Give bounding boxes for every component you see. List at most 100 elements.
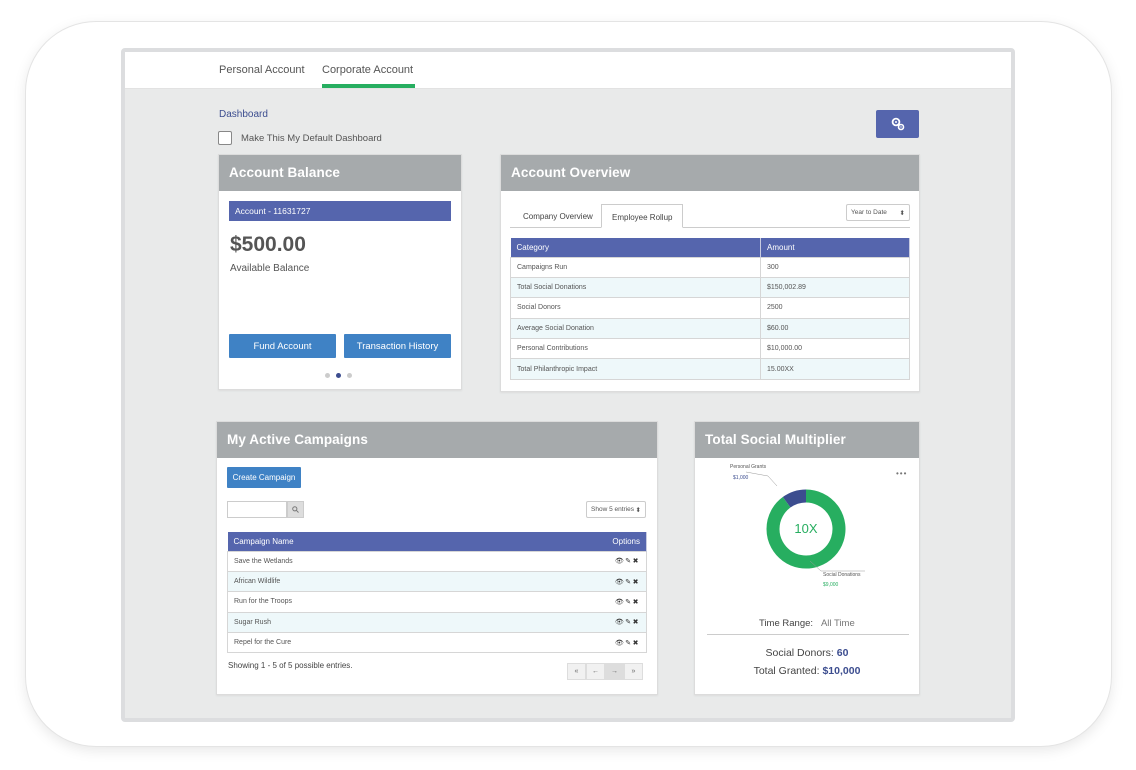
account-balance-card: Account Balance Account - 11631727 $500.… xyxy=(218,154,462,390)
tab-personal-account[interactable]: Personal Account xyxy=(219,64,305,76)
table-row: Campaigns Run 300 xyxy=(510,256,910,278)
personal-leader-line xyxy=(767,475,778,487)
account-tabbar: Personal Account Corporate Account xyxy=(125,52,1011,89)
row-options: 👁✎✖ xyxy=(586,570,647,593)
column-header-amount: Amount xyxy=(760,238,910,257)
pencil-icon[interactable]: ✎ xyxy=(625,640,632,647)
carousel-dot[interactable] xyxy=(347,373,352,378)
transaction-history-button[interactable]: Transaction History xyxy=(344,334,451,358)
table-row[interactable]: African Wildlife 👁✎✖ xyxy=(227,570,647,593)
first-page-button[interactable]: « xyxy=(567,663,586,680)
social-donors-value: 60 xyxy=(836,647,849,659)
dashboard-screen: Personal Account Corporate Account Dashb… xyxy=(121,48,1015,722)
total-granted-value: $10,000 xyxy=(822,665,861,677)
carousel-dot[interactable] xyxy=(325,373,330,378)
social-multiplier-card: Total Social Multiplier ••• Personal Gra… xyxy=(694,421,920,695)
table-row: Total Social Donations $150,002.89 xyxy=(510,276,910,299)
time-range: Time Range: All Time xyxy=(759,618,855,629)
category-cell: Social Donors xyxy=(510,297,761,319)
social-multiplier-title: Total Social Multiplier xyxy=(695,422,919,458)
donut-svg: Personal Grants $1,000 Social Donations … xyxy=(730,464,865,588)
column-header-campaign-name: Campaign Name xyxy=(227,532,587,551)
balance-amount: $500.00 xyxy=(230,233,306,256)
default-dashboard-checkbox[interactable] xyxy=(218,131,232,145)
table-row: Personal Contributions $10,000.00 xyxy=(510,338,910,360)
tab-employee-rollup[interactable]: Employee Rollup xyxy=(601,204,684,228)
amount-cell: 2500 xyxy=(760,297,910,319)
category-cell: Personal Contributions xyxy=(510,338,761,360)
eye-icon[interactable]: 👁 xyxy=(615,640,625,647)
pencil-icon[interactable]: ✎ xyxy=(625,579,632,586)
carousel-dot-active[interactable] xyxy=(336,373,341,378)
eye-icon[interactable]: 👁 xyxy=(615,599,625,606)
amount-cell: 300 xyxy=(760,256,910,278)
prev-page-button[interactable]: ← xyxy=(586,663,605,680)
search-icon xyxy=(292,506,299,513)
account-number-bar: Account - 11631727 xyxy=(229,201,451,221)
settings-button[interactable] xyxy=(876,110,919,138)
eye-icon[interactable]: 👁 xyxy=(615,579,625,586)
select-arrows-icon: ⬍ xyxy=(899,210,905,217)
fund-account-button[interactable]: Fund Account xyxy=(229,334,336,358)
entries-summary: Showing 1 - 5 of 5 possible entries. xyxy=(228,661,353,670)
close-icon[interactable]: ✖ xyxy=(633,579,640,586)
row-options: 👁✎✖ xyxy=(586,550,647,572)
pagination: « ← → » xyxy=(567,663,643,680)
close-icon[interactable]: ✖ xyxy=(633,599,640,606)
close-icon[interactable]: ✖ xyxy=(633,619,640,626)
close-icon[interactable]: ✖ xyxy=(633,640,640,647)
amount-cell: $10,000.00 xyxy=(760,338,910,360)
divider xyxy=(707,634,909,635)
campaigns-table: Campaign Name Options Save the Wetlands 👁… xyxy=(227,532,647,654)
next-page-button[interactable]: → xyxy=(605,663,624,680)
default-dashboard-row: Make This My Default Dashboard xyxy=(218,131,382,145)
campaign-name-cell: Sugar Rush xyxy=(227,611,587,634)
time-range-value[interactable]: All Time xyxy=(821,618,855,629)
social-donors-stat: Social Donors: 60 xyxy=(695,647,919,659)
date-range-select[interactable]: Year to Date ⬍ xyxy=(846,204,910,221)
select-arrows-icon: ⬍ xyxy=(635,507,641,514)
pencil-icon[interactable]: ✎ xyxy=(625,619,632,626)
campaign-search-input[interactable] xyxy=(227,501,287,518)
last-page-button[interactable]: » xyxy=(624,663,643,680)
table-row[interactable]: Sugar Rush 👁✎✖ xyxy=(227,611,647,634)
time-range-label: Time Range: xyxy=(759,618,814,629)
table-row[interactable]: Run for the Troops 👁✎✖ xyxy=(227,591,647,613)
create-campaign-button[interactable]: Create Campaign xyxy=(227,467,301,488)
social-donors-label: Social Donors: xyxy=(765,647,834,659)
account-overview-card: Account Overview Company Overview Employ… xyxy=(500,154,920,392)
pencil-icon[interactable]: ✎ xyxy=(625,558,632,565)
row-options: 👁✎✖ xyxy=(586,591,647,613)
active-campaigns-title: My Active Campaigns xyxy=(217,422,657,458)
active-campaigns-card: My Active Campaigns Create Campaign Show… xyxy=(216,421,658,695)
multiplier-center-label: 10X xyxy=(794,521,817,536)
amount-cell: $60.00 xyxy=(760,317,910,340)
tab-company-overview[interactable]: Company Overview xyxy=(513,204,603,228)
table-row[interactable]: Repel for the Cure 👁✎✖ xyxy=(227,632,647,654)
table-row[interactable]: Save the Wetlands 👁✎✖ xyxy=(227,550,647,572)
search-button[interactable] xyxy=(287,501,304,518)
campaign-name-cell: Run for the Troops xyxy=(227,591,587,613)
category-cell: Total Social Donations xyxy=(510,276,761,299)
overview-table: Category Amount Campaigns Run 300 Total S… xyxy=(510,238,910,380)
breadcrumb[interactable]: Dashboard xyxy=(219,109,268,120)
pencil-icon[interactable]: ✎ xyxy=(625,599,632,606)
eye-icon[interactable]: 👁 xyxy=(615,619,625,626)
campaign-name-cell: African Wildlife xyxy=(227,570,587,593)
column-header-options: Options xyxy=(586,532,647,551)
social-donations-value: $9,000 xyxy=(823,582,839,588)
category-cell: Campaigns Run xyxy=(510,256,761,278)
personal-leader-line xyxy=(745,471,769,477)
total-granted-label: Total Granted: xyxy=(753,665,820,677)
balance-label: Available Balance xyxy=(230,263,310,274)
eye-icon[interactable]: 👁 xyxy=(615,558,625,565)
show-entries-select[interactable]: Show 5 entries ⬍ xyxy=(586,501,646,518)
table-row: Social Donors 2500 xyxy=(510,297,910,319)
account-balance-title: Account Balance xyxy=(219,155,461,191)
personal-grants-value: $1,000 xyxy=(733,475,749,481)
tab-corporate-account[interactable]: Corporate Account xyxy=(322,64,416,88)
amount-cell: 15.00XX xyxy=(760,358,910,380)
column-header-category: Category xyxy=(510,238,761,257)
close-icon[interactable]: ✖ xyxy=(633,558,640,565)
default-dashboard-label: Make This My Default Dashboard xyxy=(241,132,382,144)
